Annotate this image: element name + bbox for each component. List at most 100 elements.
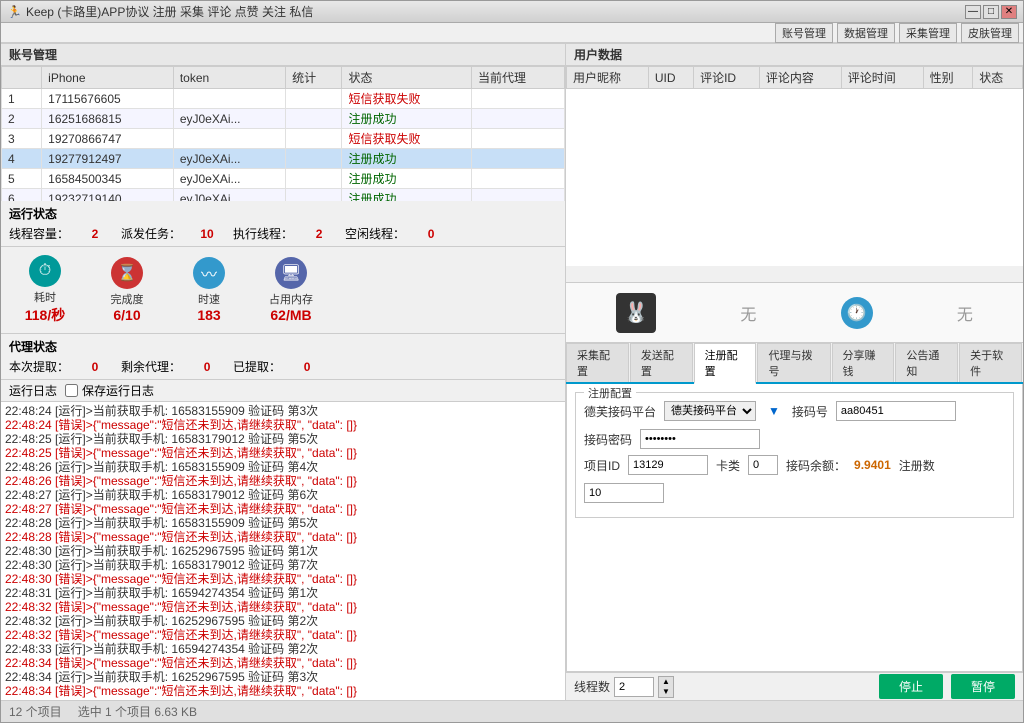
- user-data-section: 用户数据 用户昵称 UID 评论ID 评论内容 评论时间 性别: [566, 43, 1023, 283]
- user-table: 用户昵称 UID 评论ID 评论内容 评论时间 性别 状态: [566, 66, 1023, 89]
- cell-iphone: 16251686815: [42, 109, 174, 129]
- window-title: Keep (卡路里)APP协议 注册 采集 评论 点赞 关注 私信: [26, 3, 965, 20]
- items-count: 12 个项目: [9, 703, 62, 720]
- nav-skin-mgmt[interactable]: 皮肤管理: [961, 23, 1019, 43]
- table-row[interactable]: 4 19277912497 eyJ0eXAi... 注册成功: [2, 149, 565, 169]
- table-row[interactable]: 1 17115676605 短信获取失败: [2, 89, 565, 109]
- nav-account-mgmt[interactable]: 账号管理: [775, 23, 833, 43]
- cell-proxy: [472, 169, 565, 189]
- speed-value: 183: [177, 307, 241, 323]
- thread-label: 线程数: [574, 678, 610, 695]
- config-tab[interactable]: 关于软件: [959, 343, 1022, 382]
- timer-icon: ⏱: [29, 255, 61, 287]
- rabbit-icon: 🐰: [616, 293, 656, 333]
- table-row[interactable]: 5 16584500345 eyJ0eXAi... 注册成功: [2, 169, 565, 189]
- none-text-1: 无: [740, 301, 756, 325]
- maximize-button[interactable]: □: [983, 5, 999, 19]
- main-window: 🏃 Keep (卡路里)APP协议 注册 采集 评论 点赞 关注 私信 — □ …: [0, 0, 1024, 723]
- table-row[interactable]: 3 19270866747 短信获取失败: [2, 129, 565, 149]
- log-line: 22:48:27 [错误]>{"message":"短信还未到达,请继续获取",…: [5, 502, 561, 516]
- cell-num: 2: [2, 109, 42, 129]
- password-input[interactable]: [640, 429, 760, 449]
- cell-stat: [286, 169, 342, 189]
- col-comment-content: 评论内容: [759, 67, 841, 89]
- proxy-section: 代理状态 本次提取： 0 剩余代理： 0 已提取： 0: [1, 334, 565, 380]
- log-content[interactable]: 22:48:24 [运行]>当前获取手机: 16583155909 验证码 第3…: [1, 402, 565, 700]
- cell-status: 短信获取失败: [342, 129, 472, 149]
- log-line: 22:48:34 [运行]>当前获取手机: 16252967595 验证码 第3…: [5, 670, 561, 684]
- memory-card: 🖥 占用内存 62/MB: [251, 253, 331, 327]
- pause-button[interactable]: 暂停: [951, 674, 1015, 699]
- user-data-header: 用户数据: [566, 43, 1023, 66]
- platform-select[interactable]: 德芙接码平台: [664, 401, 756, 421]
- thread-capacity-label: 线程容量：: [9, 225, 69, 242]
- memory-label: 占用内存: [259, 291, 323, 307]
- table-row[interactable]: 6 19232719140 eyJ0eXAi... 注册成功: [2, 189, 565, 202]
- config-row-2: 项目ID 卡类 接码余额： 9.9401 注册数: [584, 455, 1005, 503]
- stop-button[interactable]: 停止: [879, 674, 943, 699]
- elapsed-value: 118/秒: [13, 305, 77, 325]
- thread-up-btn[interactable]: ▲: [659, 677, 673, 687]
- project-id-label: 项目ID: [584, 457, 620, 474]
- config-tab[interactable]: 采集配置: [566, 343, 629, 382]
- left-panel: 账号管理 iPhone token 统计 状态 当前代理: [1, 43, 566, 700]
- user-table-container[interactable]: 用户昵称 UID 评论ID 评论内容 评论时间 性别 状态: [566, 66, 1023, 266]
- table-row[interactable]: 2 16251686815 eyJ0eXAi... 注册成功: [2, 109, 565, 129]
- balance-label: 接码余额：: [786, 457, 846, 474]
- col-uid: UID: [648, 67, 693, 89]
- register-count-label: 注册数: [899, 457, 935, 474]
- title-bar: 🏃 Keep (卡路里)APP协议 注册 采集 评论 点赞 关注 私信 — □ …: [1, 1, 1023, 23]
- col-stat: 统计: [286, 67, 342, 89]
- log-line: 22:48:30 [运行]>当前获取手机: 16252967595 验证码 第1…: [5, 544, 561, 558]
- cell-stat: [286, 129, 342, 149]
- minimize-button[interactable]: —: [965, 5, 981, 19]
- fetch-value: 0: [85, 360, 105, 374]
- log-line: 22:48:30 [错误]>{"message":"短信还未到达,请继续获取",…: [5, 572, 561, 586]
- config-tab[interactable]: 分享赚钱: [832, 343, 895, 382]
- completion-card: ⌛ 完成度 6/10: [87, 253, 167, 327]
- speed-label: 时速: [177, 291, 241, 307]
- thread-down-btn[interactable]: ▼: [659, 687, 673, 697]
- cell-num: 3: [2, 129, 42, 149]
- col-num: [2, 67, 42, 89]
- config-tab[interactable]: 公告通知: [895, 343, 958, 382]
- cell-status: 短信获取失败: [342, 89, 472, 109]
- proxy-status-row: 本次提取： 0 剩余代理： 0 已提取： 0: [9, 358, 557, 375]
- cell-status: 注册成功: [342, 109, 472, 129]
- thread-input[interactable]: [614, 677, 654, 697]
- col-gender: 性别: [923, 67, 973, 89]
- log-line: 22:48:33 [运行]>当前获取手机: 16594274354 验证码 第2…: [5, 642, 561, 656]
- none-text-2: 无: [957, 301, 973, 325]
- run-status-row: 线程容量： 2 派发任务： 10 执行线程： 2 空闲线程： 0: [9, 225, 557, 242]
- log-line: 22:48:25 [错误]>{"message":"短信还未到达,请继续获取",…: [5, 446, 561, 460]
- close-button[interactable]: ✕: [1001, 5, 1017, 19]
- config-tab[interactable]: 注册配置: [694, 343, 757, 384]
- completion-value: 6/10: [95, 307, 159, 323]
- nav-data-mgmt[interactable]: 数据管理: [837, 23, 895, 43]
- save-log-checkbox[interactable]: [65, 384, 78, 397]
- log-line: 22:48:26 [运行]>当前获取手机: 16583155909 验证码 第4…: [5, 460, 561, 474]
- elapsed-card: ⏱ 耗时 118/秒: [5, 251, 85, 329]
- log-title: 运行日志: [9, 382, 57, 399]
- config-tab[interactable]: 代理与拨号: [757, 343, 830, 382]
- project-id-input[interactable]: [628, 455, 708, 475]
- remaining-value: 0: [197, 360, 217, 374]
- cell-stat: [286, 189, 342, 202]
- col-status: 状态: [342, 67, 472, 89]
- decode-input[interactable]: [836, 401, 956, 421]
- thread-control: 线程数 ▲ ▼: [574, 676, 674, 698]
- nav-collect-mgmt[interactable]: 采集管理: [899, 23, 957, 43]
- bottom-bar: 线程数 ▲ ▼ 停止 暂停: [566, 672, 1023, 700]
- decode-label: 接码号: [792, 403, 828, 420]
- log-header: 运行日志 保存运行日志: [1, 380, 565, 402]
- config-row-1: 德芙接码平台 德芙接码平台 ▼ 接码号 接码密码: [584, 401, 1005, 449]
- account-table-container[interactable]: iPhone token 统计 状态 当前代理 1 17115676605 短信…: [1, 66, 565, 201]
- save-log-label[interactable]: 保存运行日志: [65, 382, 154, 399]
- password-label: 接码密码: [584, 431, 632, 448]
- run-status-title: 运行状态: [9, 205, 557, 222]
- log-line: 22:48:32 [错误]>{"message":"短信还未到达,请继续获取",…: [5, 628, 561, 642]
- card-type-input[interactable]: [748, 455, 778, 475]
- cell-num: 1: [2, 89, 42, 109]
- register-count-input[interactable]: [584, 483, 664, 503]
- config-tab[interactable]: 发送配置: [630, 343, 693, 382]
